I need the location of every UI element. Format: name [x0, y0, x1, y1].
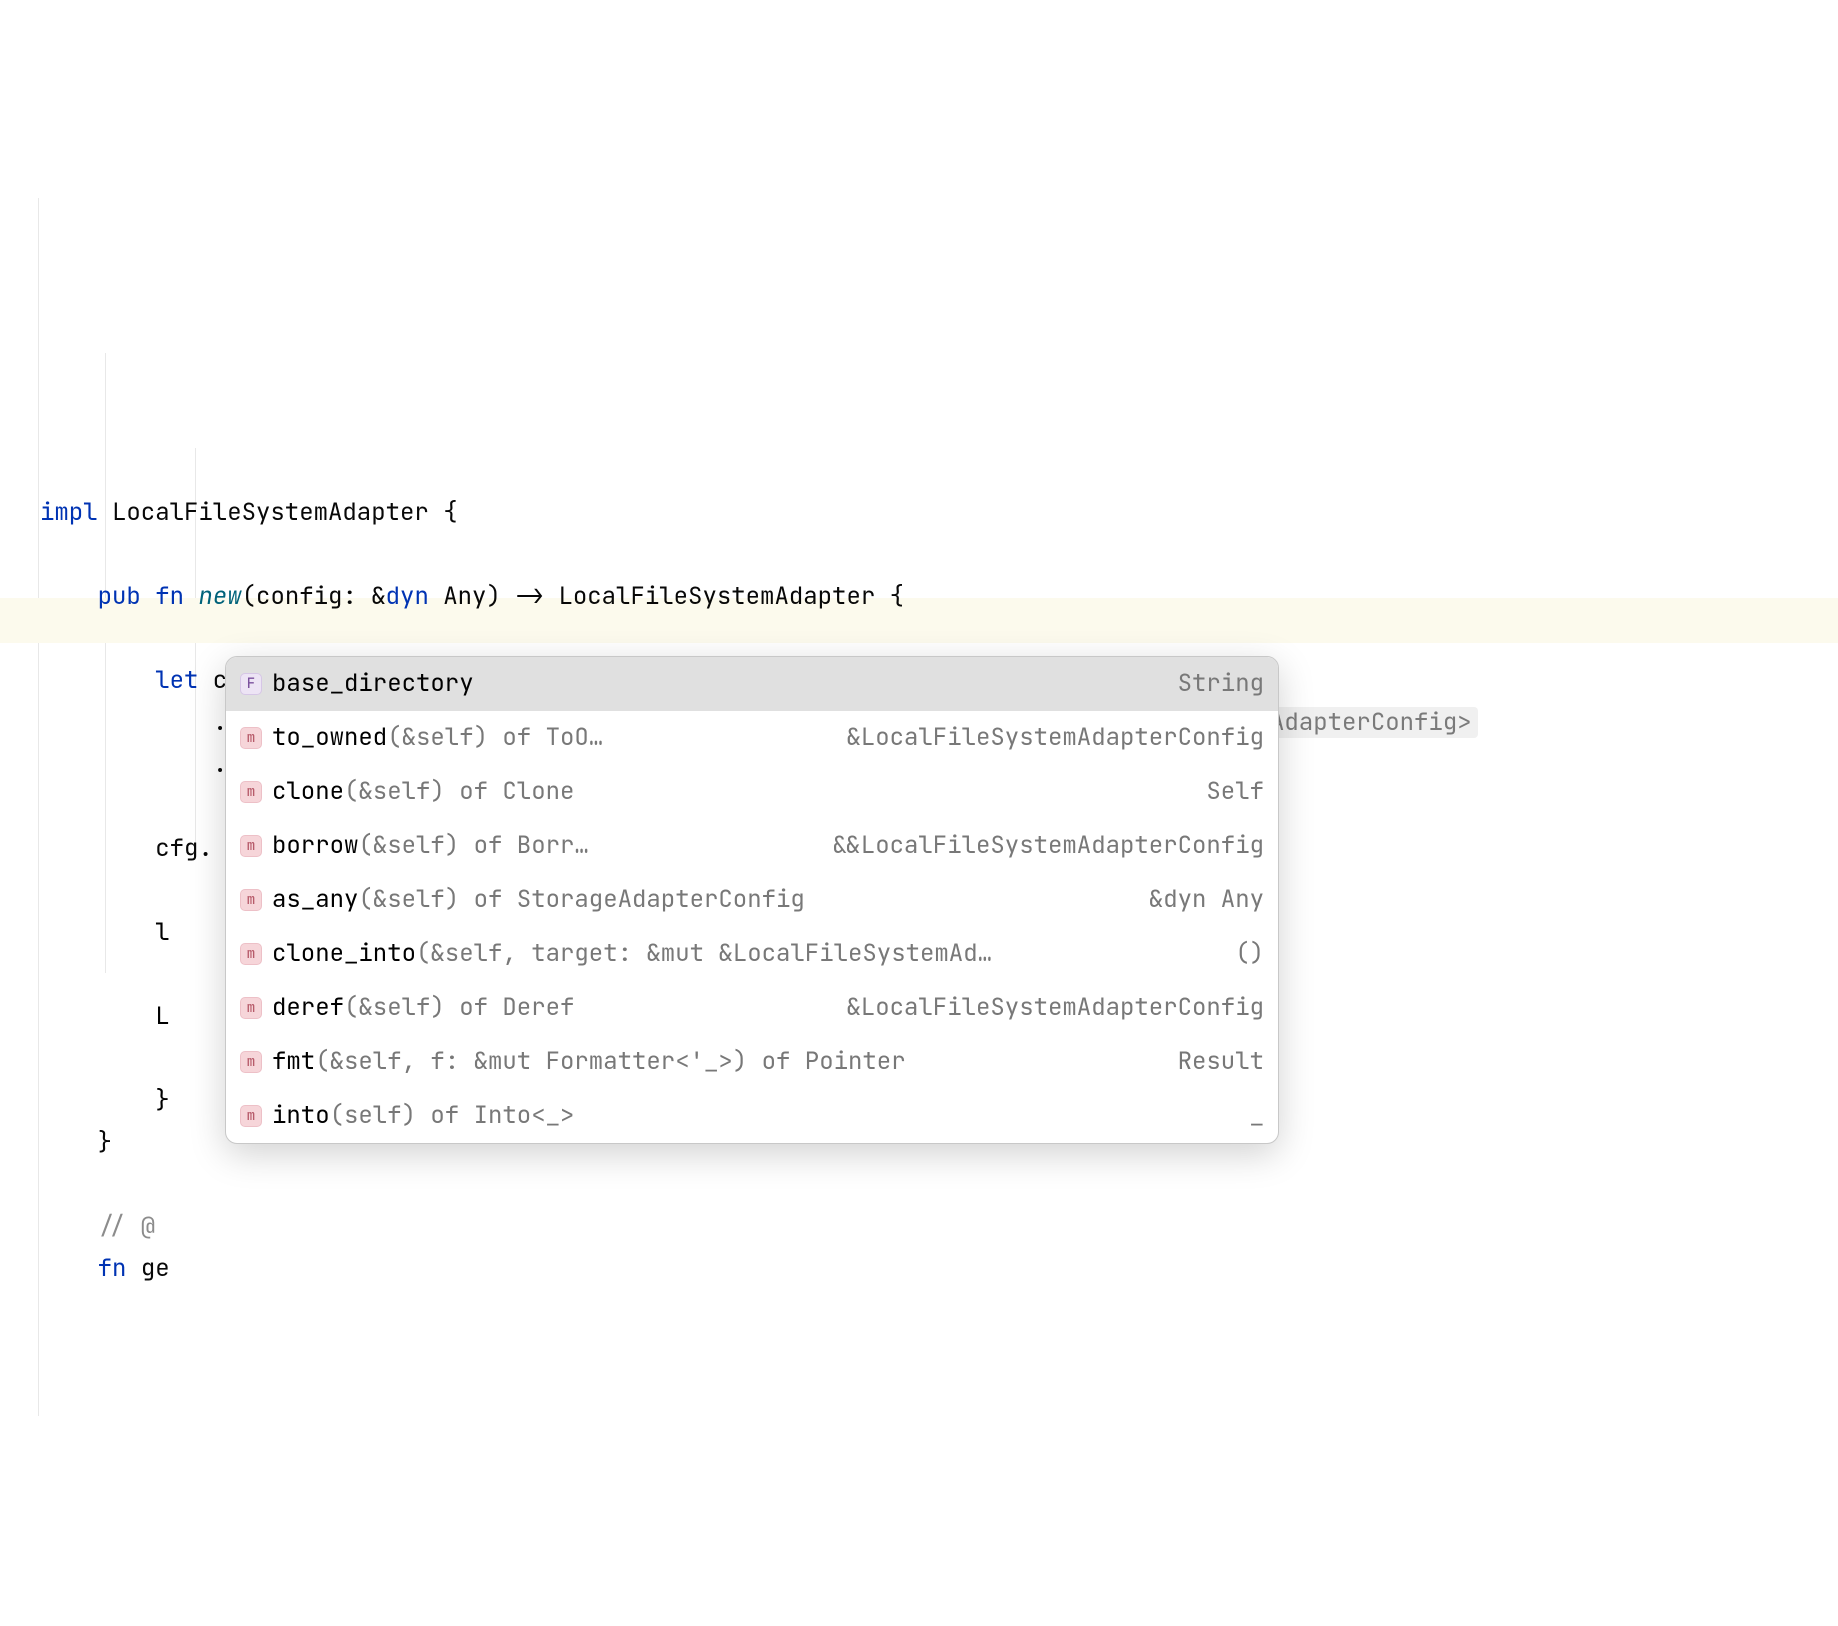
completion-type: ()	[1235, 933, 1264, 975]
completion-type: &dyn Any	[1149, 879, 1264, 921]
keyword-pub: pub	[98, 581, 141, 612]
method-icon: m	[240, 1051, 262, 1073]
method-icon: m	[240, 1105, 262, 1127]
completion-type: Self	[1206, 771, 1264, 813]
completion-type: &LocalFileSystemAdapterConfig	[846, 717, 1264, 759]
method-icon: m	[240, 997, 262, 1019]
code-editor[interactable]: impl LocalFileSystemAdapter { pub fn new…	[0, 168, 1838, 1416]
keyword-impl: impl	[40, 497, 98, 528]
completion-item[interactable]: m into(self) of Into<_> _	[226, 1089, 1278, 1143]
code-text: L	[155, 1001, 169, 1032]
comment: // @	[98, 1211, 156, 1242]
code-text: cfg.	[155, 833, 213, 864]
completion-item[interactable]: m borrow(&self) of Borr… &&LocalFileSystem…	[226, 819, 1278, 873]
code-text: l	[155, 917, 169, 948]
method-icon: m	[240, 943, 262, 965]
autocomplete-popup[interactable]: Fbase_directory String m to_owned(&self) of…	[225, 656, 1279, 1144]
completion-label: fmt(&self, f: &mut Formatter<'_>) of Poi…	[272, 1041, 906, 1083]
completion-label: deref(&self) of Deref	[272, 987, 574, 1029]
method-icon: m	[240, 835, 262, 857]
keyword-fn: fn	[98, 1253, 127, 1284]
completion-item[interactable]: m deref(&self) of Deref&LocalFileSystemAd…	[226, 981, 1278, 1035]
method-icon: m	[240, 727, 262, 749]
keyword-dyn: dyn	[386, 581, 429, 612]
completion-label: base_directory	[272, 663, 474, 705]
keyword-let: let	[155, 665, 198, 696]
completion-item[interactable]: m as_any(&self) of StorageAdapterConfig&d…	[226, 873, 1278, 927]
keyword-fn: fn	[155, 581, 184, 612]
code-text: (config: &	[242, 581, 386, 612]
completion-label: borrow(&self) of Borr…	[272, 825, 589, 867]
code-text: ge	[126, 1253, 169, 1284]
completion-label: as_any(&self) of StorageAdapterConfig	[272, 879, 805, 921]
completion-item[interactable]: m to_owned(&self) of ToO… &LocalFileSystem…	[226, 711, 1278, 765]
code-text: }	[98, 1127, 112, 1158]
method-icon: m	[240, 781, 262, 803]
completion-type: Result	[1178, 1041, 1264, 1083]
completion-item[interactable]: m clone(&self) of Clone Self	[226, 765, 1278, 819]
code-text: LocalFileSystemAdapter {	[98, 497, 458, 528]
completion-label: into(self) of Into<_>	[272, 1095, 574, 1137]
method-icon: m	[240, 889, 262, 911]
fn-name-new: new	[198, 581, 241, 612]
completion-type: String	[1178, 663, 1264, 705]
completion-item[interactable]: Fbase_directory String	[226, 657, 1278, 711]
completion-item[interactable]: m fmt(&self, f: &mut Formatter<'_>) of Po…	[226, 1035, 1278, 1089]
indent-guide	[38, 198, 39, 1416]
code-text: }	[155, 1085, 169, 1116]
completion-label: clone_into(&self, target: &mut &LocalFil…	[272, 933, 992, 975]
completion-label: clone(&self) of Clone	[272, 771, 574, 813]
completion-type: &LocalFileSystemAdapterConfig	[846, 987, 1264, 1029]
completion-type: &&LocalFileSystemAdapterConfig	[832, 825, 1264, 867]
completion-item[interactable]: m clone_into(&self, target: &mut &LocalFi…	[226, 927, 1278, 981]
code-text: Any) -> LocalFileSystemAdapter {	[429, 581, 904, 612]
field-icon: F	[240, 673, 262, 695]
completion-label: to_owned(&self) of ToO…	[272, 717, 603, 759]
completion-type: _	[1250, 1095, 1264, 1137]
